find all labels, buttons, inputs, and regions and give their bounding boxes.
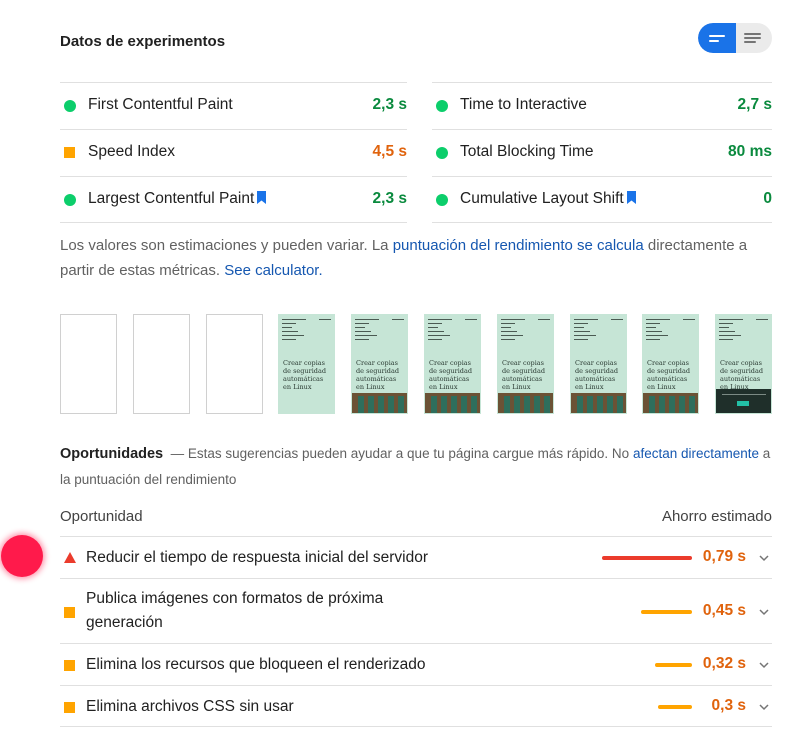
metrics-column-right: Time to Interactive 2,7 s Total Blocking T… — [432, 82, 772, 223]
bars-view-button[interactable] — [698, 23, 736, 53]
frame-heading: Crear copias de seguridad automáticas en… — [283, 359, 326, 391]
filmstrip-frame: Crear copias de seguridad automáticas en… — [642, 314, 699, 414]
filmstrip-frame — [206, 314, 263, 414]
metric-value: 0 — [763, 190, 772, 207]
metric-row: Cumulative Layout Shift 0 — [432, 176, 772, 223]
opportunity-label: Publica imágenes con formatos de próxima… — [86, 590, 384, 631]
metric-row: Total Blocking Time 80 ms — [432, 129, 772, 176]
metrics-column-left: First Contentful Paint 2,3 s Speed Index 4,… — [60, 82, 407, 223]
section-title: Datos de experimentos — [60, 33, 226, 50]
savings-bar — [658, 705, 692, 709]
savings-bar — [602, 556, 692, 560]
note-text-1: Los valores son estimaciones y pueden va… — [60, 237, 393, 254]
filmstrip-frame: Crear copias de seguridad automáticas en… — [424, 314, 481, 414]
opportunity-savings: 0,79 s — [702, 548, 746, 565]
opportunity-savings: 0,32 s — [702, 655, 746, 672]
frame-photo — [643, 393, 698, 413]
opportunities-description: Estas sugerencias pueden ayudar a que tu… — [187, 446, 633, 461]
column-opportunity: Oportunidad — [60, 508, 143, 525]
filmstrip-frame — [60, 314, 117, 414]
frame-heading: Crear copias de seguridad automáticas en… — [429, 359, 472, 391]
metric-row: First Contentful Paint 2,3 s — [60, 82, 407, 129]
list-view-button[interactable] — [736, 23, 772, 53]
opportunities-list: Reducir el tiempo de respuesta inicial d… — [60, 536, 772, 727]
view-toggle[interactable] — [698, 23, 772, 53]
opportunity-savings: 0,45 s — [702, 601, 746, 619]
filmstrip-frame: Crear copias de seguridad automáticas en… — [715, 314, 772, 414]
metric-label: Largest Contentful Paint — [88, 190, 267, 208]
chevron-down-icon[interactable] — [758, 552, 770, 564]
bookmark-icon — [626, 191, 636, 204]
metric-value: 80 ms — [728, 143, 772, 160]
metric-label: Time to Interactive — [460, 96, 587, 113]
column-savings: Ahorro estimado — [661, 508, 772, 525]
metrics-note: Los valores son estimaciones y pueden va… — [60, 233, 772, 283]
chevron-down-icon[interactable] — [758, 606, 770, 618]
filmstrip-frame — [133, 314, 190, 414]
opportunities-columns: Oportunidad Ahorro estimado — [60, 506, 772, 536]
frame-photo — [425, 393, 480, 413]
pass-indicator-icon — [436, 147, 448, 159]
afectan-directamente-link[interactable]: afectan directamente — [633, 446, 759, 461]
metric-row: Speed Index 4,5 s — [60, 129, 407, 176]
metric-value: 2,3 s — [372, 96, 407, 113]
frame-photo — [498, 393, 553, 413]
average-indicator-icon — [64, 702, 75, 713]
chevron-down-icon[interactable] — [758, 659, 770, 671]
section-header: Datos de experimentos — [60, 23, 772, 54]
metric-value: 2,7 s — [737, 96, 772, 113]
frame-cookie-banner — [716, 389, 771, 413]
pass-indicator-icon — [436, 100, 448, 112]
pass-indicator-icon — [64, 194, 76, 206]
metric-value: 4,5 s — [372, 143, 407, 160]
filmstrip-frame: Crear copias de seguridad automáticas en… — [351, 314, 408, 414]
filmstrip-frame: Crear copias de seguridad automáticas en… — [497, 314, 554, 414]
opportunities-header: Oportunidades — Estas sugerencias pueden… — [60, 441, 772, 492]
average-indicator-icon — [64, 147, 75, 158]
opportunities-title: Oportunidades — [60, 446, 164, 462]
see-calculator-link[interactable]: See calculator. — [224, 262, 322, 279]
opportunity-row[interactable]: Reducir el tiempo de respuesta inicial d… — [60, 536, 772, 578]
chevron-down-icon[interactable] — [758, 701, 770, 713]
opportunity-row[interactable]: Elimina los recursos que bloqueen el ren… — [60, 643, 772, 685]
average-indicator-icon — [64, 660, 75, 671]
pass-indicator-icon — [436, 194, 448, 206]
frame-photo — [352, 393, 407, 413]
metric-label: Speed Index — [88, 143, 176, 160]
opportunity-label: Elimina los recursos que bloqueen el ren… — [86, 656, 426, 673]
frame-photo — [571, 393, 626, 413]
opportunities-dash: — — [170, 446, 185, 461]
score-calculation-link[interactable]: puntuación del rendimiento se calcula — [393, 237, 644, 254]
pass-indicator-icon — [64, 100, 76, 112]
fail-indicator-icon — [64, 552, 76, 563]
metric-label: First Contentful Paint — [88, 96, 233, 113]
metric-label: Cumulative Layout Shift — [460, 190, 636, 208]
frame-heading: Crear copias de seguridad automáticas en… — [575, 359, 618, 391]
filmstrip: Crear copias de seguridad automáticas en… — [60, 314, 772, 414]
savings-bar — [655, 663, 692, 667]
bookmark-icon — [257, 191, 267, 204]
savings-bar — [641, 609, 692, 614]
opportunity-savings: 0,3 s — [711, 697, 746, 714]
average-indicator-icon — [64, 606, 75, 618]
metric-value: 2,3 s — [372, 190, 407, 207]
filmstrip-frame: Crear copias de seguridad automáticas en… — [278, 314, 335, 414]
frame-heading: Crear copias de seguridad automáticas en… — [647, 359, 690, 391]
opportunity-label: Reducir el tiempo de respuesta inicial d… — [86, 549, 429, 566]
opportunity-row[interactable]: Elimina archivos CSS sin usar 0,3 s — [60, 685, 772, 727]
opportunity-label: Elimina archivos CSS sin usar — [86, 698, 294, 715]
opportunity-row[interactable]: Publica imágenes con formatos de próxima… — [60, 578, 772, 643]
metric-row: Largest Contentful Paint 2,3 s — [60, 176, 407, 223]
cursor-indicator — [1, 535, 43, 577]
frame-heading: Crear copias de seguridad automáticas en… — [720, 359, 763, 391]
metric-row: Time to Interactive 2,7 s — [432, 82, 772, 129]
filmstrip-frame: Crear copias de seguridad automáticas en… — [570, 314, 627, 414]
frame-heading: Crear copias de seguridad automáticas en… — [502, 359, 545, 391]
metric-label: Total Blocking Time — [460, 143, 594, 160]
frame-heading: Crear copias de seguridad automáticas en… — [356, 359, 399, 391]
